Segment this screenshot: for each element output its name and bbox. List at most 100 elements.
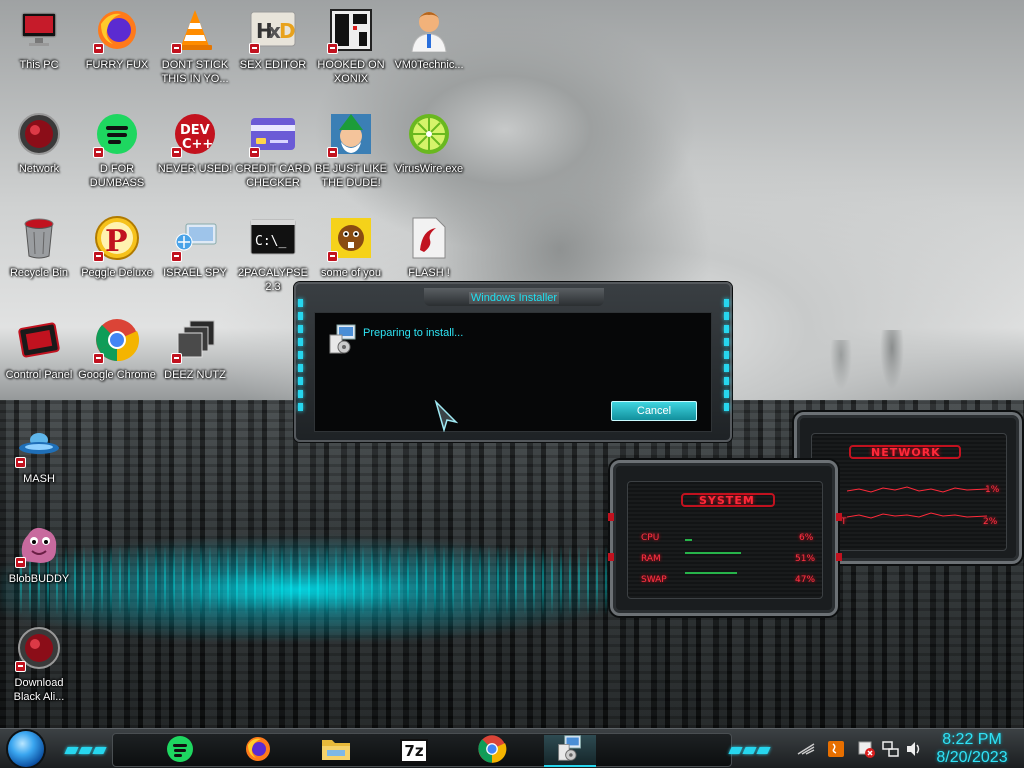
desktop-icon-never-used[interactable]: DEV C++ NEVER USED!: [156, 110, 234, 176]
ram-value: 51%: [795, 554, 816, 564]
desktop-icon-control-panel[interactable]: Control Panel: [0, 316, 78, 382]
peggle-icon: P: [93, 214, 141, 262]
desktop-icon-viruswire[interactable]: VirusWire.exe: [390, 110, 468, 176]
gadget-red-accent: [836, 513, 842, 521]
taskbar-clock[interactable]: 8:22 PM 8/20/2023: [930, 731, 1014, 767]
system-gadget[interactable]: SYSTEM CPU 6% RAM 51% SWAP 47%: [608, 460, 842, 616]
elf-portrait-icon: [327, 110, 375, 158]
shortcut-arrow-icon: [93, 43, 104, 54]
windows-installer-dialog[interactable]: Windows Installer Preparing to install..…: [294, 282, 732, 442]
desktop-icon-flash[interactable]: FLASH !: [390, 214, 468, 280]
desktop-icon-blobbuddy[interactable]: BlobBUDDY: [0, 520, 78, 586]
shortcut-arrow-icon: [327, 251, 338, 262]
install-status-message: Preparing to install...: [363, 327, 464, 339]
network-spy-icon: [171, 214, 219, 262]
swap-label: SWAP: [641, 575, 667, 585]
desktop-icon-israel-spy[interactable]: ISRAEL SPY: [156, 214, 234, 280]
installer-icon: [556, 734, 584, 767]
dialog-title-bar[interactable]: Windows Installer: [424, 288, 604, 306]
clock-date: 8/20/2023: [936, 749, 1008, 766]
shortcut-arrow-icon: [15, 457, 26, 468]
desktop-icon-label: Network: [18, 163, 60, 175]
network-download-value: 2%: [983, 517, 998, 527]
taskbar-app-windows-installer[interactable]: [544, 734, 596, 767]
desktop-icon-label: D FOR DUMBASS: [89, 163, 145, 189]
network-upload-value: 1%: [985, 485, 1000, 495]
network-gadget-title: NETWORK: [871, 446, 941, 459]
desktop-icon-label: MASH: [23, 473, 55, 485]
lime-icon: [405, 110, 453, 158]
svg-text:DEV: DEV: [180, 123, 210, 138]
spotify-style-icon: [93, 110, 141, 158]
desktop-icon-network[interactable]: Network: [0, 110, 78, 176]
desktop-icon-label: Recycle Bin: [9, 267, 69, 279]
tray-volume-icon[interactable]: [904, 739, 924, 759]
desktop-icon-google-chrome[interactable]: Google Chrome: [78, 316, 156, 382]
desktop-icon-be-just-like-the-dude[interactable]: BE JUST LIKE THE DUDE!: [312, 110, 390, 190]
desktop-icon-label: Peggle Deluxe: [81, 267, 153, 279]
vlc-cone-icon: [171, 6, 219, 54]
spotify-style-icon: [166, 735, 194, 768]
shortcut-arrow-icon: [93, 147, 104, 158]
tray-overflow-icon[interactable]: [796, 739, 816, 759]
shortcut-arrow-icon: [327, 43, 338, 54]
desktop-icon-hooked-on-xonix[interactable]: HOOKED ON XONIX: [312, 6, 390, 86]
start-button[interactable]: [8, 731, 44, 767]
desktop-icon-dont-stick[interactable]: DONT STICK THIS IN YO...: [156, 6, 234, 86]
shortcut-arrow-icon: [171, 147, 182, 158]
desktop-icon-credit-card-checker[interactable]: CREDIT CARD CHECKER: [234, 110, 312, 190]
cancel-button[interactable]: Cancel: [611, 401, 697, 421]
desktop-icon-vm0technic[interactable]: VM0Technic...: [390, 6, 468, 72]
recycle-bin-icon: [15, 214, 63, 262]
taskbar-app-firefox[interactable]: [232, 735, 284, 767]
desktop-icon-some-of-you[interactable]: some of you: [312, 214, 390, 280]
taskbar-left-accent: [64, 741, 108, 754]
desktop-icon-label: FURRY FUX: [85, 59, 149, 71]
taskbar-app-7zip[interactable]: 7z: [388, 735, 440, 767]
taskbar-app-chrome[interactable]: [466, 734, 518, 768]
swap-usage-bar: [685, 572, 737, 574]
7zip-icon: 7z: [400, 739, 428, 763]
xonix-game-icon: [327, 6, 375, 54]
installer-icon: [327, 323, 359, 355]
stacked-windows-icon: [171, 316, 219, 364]
taskbar-app-file-explorer[interactable]: [310, 735, 362, 767]
clock-time: 8:22 PM: [942, 731, 1002, 748]
desktop-icon-peggle-deluxe[interactable]: P Peggle Deluxe: [78, 214, 156, 280]
shortcut-arrow-icon: [93, 251, 104, 262]
desktop-icon-label: BE JUST LIKE THE DUDE!: [315, 163, 387, 189]
cpu-value: 6%: [799, 533, 814, 543]
desktop-icon-label: Control Panel: [5, 369, 73, 381]
tray-java-icon[interactable]: [826, 739, 846, 759]
taskbar-app-spotify-style[interactable]: [154, 735, 206, 767]
desktop-icon-label: DONT STICK THIS IN YO...: [161, 59, 229, 85]
dialog-content: Preparing to install... Cancel: [314, 312, 712, 432]
firefox-icon: [244, 735, 272, 768]
desktop-icon-download-black[interactable]: Download Black Ali...: [0, 624, 78, 704]
taskbar: 7z 8:22 PM 8/20/2023: [0, 728, 1024, 768]
devcpp-icon: DEV C++: [171, 110, 219, 158]
chrome-icon: [93, 316, 141, 364]
shortcut-arrow-icon: [327, 147, 338, 158]
desktop-icon-mash[interactable]: MASH: [0, 420, 78, 486]
shortcut-arrow-icon: [249, 147, 260, 158]
desktop-icon-recycle-bin[interactable]: Recycle Bin: [0, 214, 78, 280]
tray-security-alert-icon[interactable]: [856, 739, 876, 759]
desktop-icon-d-for-dumbass[interactable]: D FOR DUMBASS: [78, 110, 156, 190]
folder-icon: [321, 736, 351, 767]
tray-network-icon[interactable]: [880, 739, 900, 759]
desktop-icon-label: some of you: [321, 267, 381, 279]
desktop-icon-label: VM0Technic...: [394, 59, 464, 71]
desktop-icon-deez-nutz[interactable]: DEEZ NUTZ: [156, 316, 234, 382]
dialog-left-accent: [296, 296, 304, 428]
red-orb-download-icon: [15, 624, 63, 672]
terminal-icon: C:\_: [249, 214, 297, 262]
desktop-icon-sex-editor[interactable]: HxD SEX EDITOR: [234, 6, 312, 72]
cpu-usage-bar: [685, 539, 692, 541]
desktop-icon-furry-fux[interactable]: FURRY FUX: [78, 6, 156, 72]
red-orb-network-icon: [15, 110, 63, 158]
gadget-red-accent: [836, 553, 842, 561]
desktop-icon-this-pc[interactable]: This PC: [0, 6, 78, 72]
chrome-icon: [477, 734, 507, 768]
desktop-icon-label: NEVER USED!: [157, 163, 233, 175]
